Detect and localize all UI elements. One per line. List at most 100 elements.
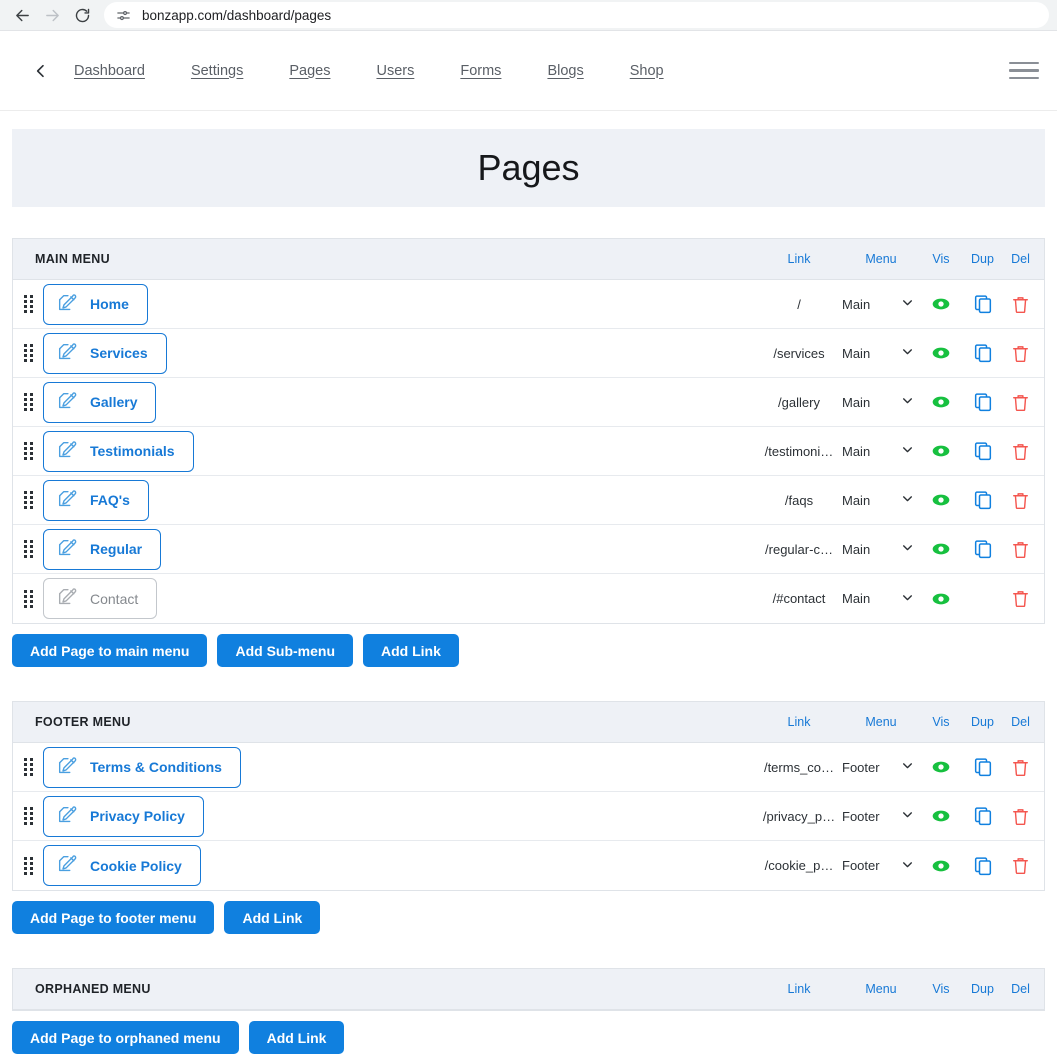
edit-page-button[interactable]: Contact	[43, 578, 158, 619]
edit-page-button[interactable]: Services	[43, 332, 167, 374]
menu-select[interactable]: Main	[842, 296, 920, 312]
drag-handle-icon[interactable]	[13, 856, 43, 875]
duplicate-button[interactable]	[962, 343, 1003, 363]
menu-select[interactable]: Main	[842, 541, 920, 557]
visibility-toggle[interactable]	[920, 806, 962, 826]
chevron-left-icon[interactable]	[30, 60, 52, 82]
action-button[interactable]: Add Link	[224, 901, 321, 934]
browser-forward-button[interactable]	[38, 1, 66, 29]
browser-reload-button[interactable]	[68, 1, 96, 29]
edit-page-button[interactable]: Terms & Conditions	[43, 746, 241, 788]
visibility-toggle[interactable]	[920, 441, 962, 461]
menu-select[interactable]: Main	[842, 492, 920, 508]
chevron-down-icon[interactable]	[901, 541, 914, 557]
delete-button[interactable]	[1003, 807, 1044, 826]
action-button[interactable]: Add Page to main menu	[12, 634, 208, 667]
delete-button[interactable]	[1003, 393, 1044, 412]
menu-select[interactable]: Main	[842, 345, 920, 361]
drag-handle-icon[interactable]	[13, 758, 43, 776]
drag-handle-icon[interactable]	[13, 589, 43, 608]
drag-handle-icon[interactable]	[13, 540, 43, 558]
chevron-down-icon[interactable]	[901, 443, 914, 459]
visibility-toggle[interactable]	[920, 490, 962, 510]
column-header-dup[interactable]: Dup	[962, 715, 1003, 729]
delete-button[interactable]	[1003, 758, 1044, 777]
column-header-del[interactable]: Del	[1003, 715, 1044, 729]
visibility-toggle[interactable]	[920, 294, 962, 314]
visibility-toggle[interactable]	[920, 392, 962, 412]
chevron-down-icon[interactable]	[901, 591, 914, 607]
menu-select[interactable]: Footer	[842, 808, 920, 824]
action-button[interactable]: Add Sub-menu	[217, 634, 354, 667]
chevron-down-icon[interactable]	[901, 858, 914, 874]
nav-link-dashboard[interactable]: Dashboard	[74, 59, 145, 83]
column-header-vis[interactable]: Vis	[920, 982, 962, 996]
column-header-vis[interactable]: Vis	[920, 715, 962, 729]
hamburger-icon[interactable]	[1009, 61, 1039, 80]
edit-page-button[interactable]: Home	[43, 283, 148, 325]
column-header-vis[interactable]: Vis	[920, 252, 962, 266]
column-header-menu[interactable]: Menu	[842, 982, 920, 996]
chevron-down-icon[interactable]	[901, 394, 914, 410]
action-button[interactable]: Add Link	[248, 1021, 345, 1054]
nav-link-settings[interactable]: Settings	[191, 59, 243, 83]
edit-page-button[interactable]: Gallery	[43, 381, 157, 423]
duplicate-button[interactable]	[962, 856, 1003, 876]
drag-handle-icon[interactable]	[13, 344, 43, 362]
browser-back-button[interactable]	[8, 1, 36, 29]
delete-button[interactable]	[1003, 589, 1044, 608]
nav-link-shop[interactable]: Shop	[630, 59, 664, 83]
delete-button[interactable]	[1003, 491, 1044, 510]
delete-button[interactable]	[1003, 540, 1044, 559]
delete-button[interactable]	[1003, 295, 1044, 314]
drag-handle-icon[interactable]	[13, 491, 43, 509]
drag-handle-icon[interactable]	[13, 807, 43, 825]
menu-select[interactable]: Footer	[842, 858, 920, 874]
edit-page-button[interactable]: Regular	[43, 528, 162, 570]
action-button[interactable]: Add Page to footer menu	[12, 901, 215, 934]
menu-select[interactable]: Main	[842, 394, 920, 410]
nav-link-blogs[interactable]: Blogs	[547, 59, 583, 83]
column-header-menu[interactable]: Menu	[842, 715, 920, 729]
menu-select[interactable]: Main	[842, 443, 920, 459]
column-header-link[interactable]: Link	[756, 252, 842, 266]
duplicate-button[interactable]	[962, 539, 1003, 559]
duplicate-button[interactable]	[962, 392, 1003, 412]
duplicate-button[interactable]	[962, 441, 1003, 461]
column-header-link[interactable]: Link	[756, 715, 842, 729]
drag-handle-icon[interactable]	[13, 393, 43, 411]
delete-button[interactable]	[1003, 442, 1044, 461]
delete-button[interactable]	[1003, 856, 1044, 875]
drag-handle-icon[interactable]	[13, 295, 43, 313]
visibility-toggle[interactable]	[920, 539, 962, 559]
nav-link-users[interactable]: Users	[376, 59, 414, 83]
edit-page-button[interactable]: Privacy Policy	[43, 795, 204, 837]
delete-button[interactable]	[1003, 344, 1044, 363]
visibility-toggle[interactable]	[920, 343, 962, 363]
chevron-down-icon[interactable]	[901, 759, 914, 775]
column-header-del[interactable]: Del	[1003, 982, 1044, 996]
chevron-down-icon[interactable]	[901, 808, 914, 824]
visibility-toggle[interactable]	[920, 856, 962, 876]
column-header-dup[interactable]: Dup	[962, 252, 1003, 266]
menu-select[interactable]: Main	[842, 591, 920, 607]
chevron-down-icon[interactable]	[901, 492, 914, 508]
chevron-down-icon[interactable]	[901, 296, 914, 312]
chevron-down-icon[interactable]	[901, 345, 914, 361]
duplicate-button[interactable]	[962, 490, 1003, 510]
edit-page-button[interactable]: Testimonials	[43, 430, 194, 472]
duplicate-button[interactable]	[962, 757, 1003, 777]
column-header-link[interactable]: Link	[756, 982, 842, 996]
action-button[interactable]: Add Link	[363, 634, 459, 667]
tune-icon[interactable]	[114, 6, 132, 24]
duplicate-button[interactable]	[962, 294, 1003, 314]
column-header-dup[interactable]: Dup	[962, 982, 1003, 996]
visibility-toggle[interactable]	[920, 589, 962, 609]
column-header-menu[interactable]: Menu	[842, 252, 920, 266]
column-header-del[interactable]: Del	[1003, 252, 1044, 266]
edit-page-button[interactable]: Cookie Policy	[43, 845, 201, 886]
address-bar[interactable]: bonzapp.com/dashboard/pages	[104, 2, 1049, 28]
edit-page-button[interactable]: FAQ's	[43, 479, 149, 521]
duplicate-button[interactable]	[962, 806, 1003, 826]
drag-handle-icon[interactable]	[13, 442, 43, 460]
